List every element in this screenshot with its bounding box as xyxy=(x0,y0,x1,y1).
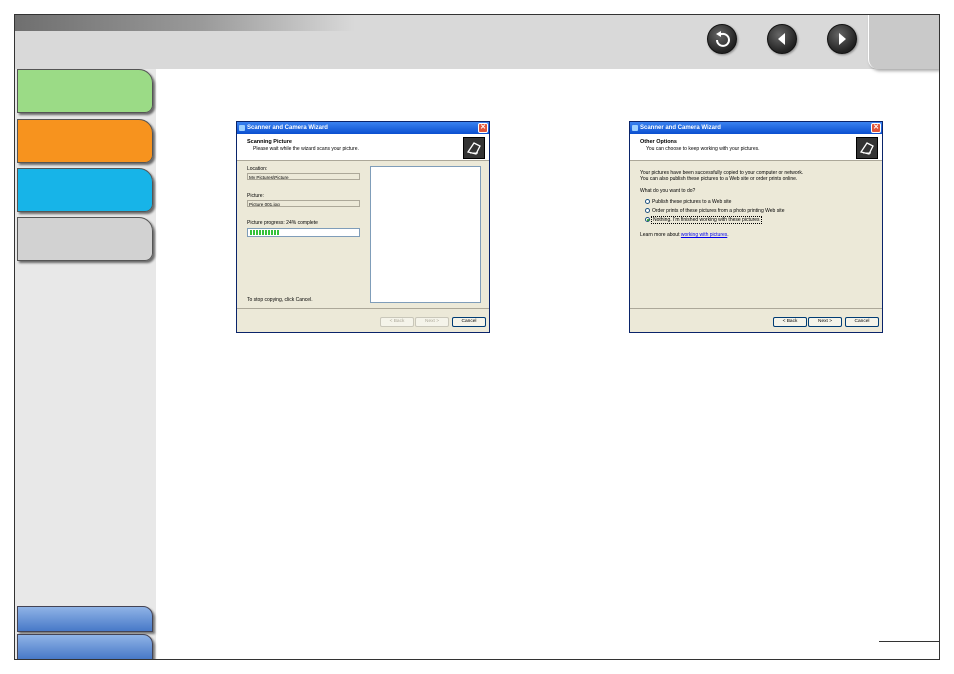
cancel-button[interactable]: Cancel xyxy=(452,317,486,327)
page-number-rule xyxy=(879,641,939,642)
header-subtitle: Please wait while the wizard scans your … xyxy=(253,146,359,152)
location-label: Location: xyxy=(247,166,268,172)
wizard-app-icon xyxy=(632,125,638,131)
preview-pane xyxy=(370,166,481,303)
next-page-button[interactable] xyxy=(827,24,857,54)
dialog-header: Other Options You can choose to keep wor… xyxy=(630,134,882,161)
back-button-disabled[interactable]: < Back xyxy=(380,317,414,327)
close-icon: ✕ xyxy=(873,124,879,131)
sidebar-tab-green[interactable] xyxy=(17,69,153,113)
dialog-title: Scanner and Camera Wizard xyxy=(640,125,721,131)
header-title: Other Options xyxy=(640,139,677,145)
sidebar-tab-gray[interactable] xyxy=(17,217,153,261)
wizard-app-icon xyxy=(239,125,245,131)
dialog-separator xyxy=(237,308,489,309)
scanning-dialog: Scanner and Camera Wizard ✕ Scanning Pic… xyxy=(236,121,490,333)
right-arrow-icon xyxy=(839,33,846,45)
back-button[interactable] xyxy=(707,24,737,54)
dialog-separator xyxy=(630,308,882,309)
sidebar-tab-orange[interactable] xyxy=(17,119,153,163)
publish-radio[interactable] xyxy=(645,199,650,204)
left-arrow-icon xyxy=(778,33,785,45)
back-arrow-icon xyxy=(716,31,730,47)
success-message-line2: You can also publish these pictures to a… xyxy=(640,176,798,182)
sidebar-bottom-tab-2[interactable] xyxy=(17,634,153,659)
location-field: My Pictures\Picture xyxy=(247,173,360,180)
order-prints-radio[interactable] xyxy=(645,208,650,213)
header-subtitle: You can choose to keep working with your… xyxy=(646,146,760,152)
next-button-disabled[interactable]: Next > xyxy=(415,317,449,327)
picture-field: Picture 001.jpg xyxy=(247,200,360,207)
dialog-titlebar: Scanner and Camera Wizard ✕ xyxy=(237,122,489,134)
learn-more-prefix: Learn more about xyxy=(640,232,680,238)
camera-scanner-icon xyxy=(856,137,878,159)
back-button[interactable]: < Back xyxy=(773,317,807,327)
picture-label: Picture: xyxy=(247,193,264,199)
page-frame: Scanner and Camera Wizard ✕ Scanning Pic… xyxy=(14,14,940,660)
dialog-title: Scanner and Camera Wizard xyxy=(247,125,328,131)
page-tab xyxy=(868,15,939,69)
working-with-pictures-link[interactable]: working with pictures xyxy=(681,232,727,238)
order-prints-option-label[interactable]: Order prints of these pictures from a ph… xyxy=(652,208,784,214)
progress-fill xyxy=(250,230,280,235)
other-options-dialog: Scanner and Camera Wizard ✕ Other Option… xyxy=(629,121,883,333)
learn-more-suffix: . xyxy=(727,232,729,238)
dialog-header: Scanning Picture Please wait while the w… xyxy=(237,134,489,161)
progress-bar xyxy=(247,228,360,237)
sidebar-tab-blue[interactable] xyxy=(17,168,153,212)
sidebar-bottom-tab-1[interactable] xyxy=(17,606,153,632)
stop-instruction: To stop copying, click Cancel. xyxy=(247,297,313,303)
sidebar xyxy=(15,69,156,659)
close-icon: ✕ xyxy=(480,124,486,131)
camera-scanner-icon xyxy=(463,137,485,159)
header-stripe xyxy=(15,15,355,31)
progress-label: Picture progress: 24% complete xyxy=(247,220,318,226)
nothing-option-label[interactable]: Nothing. I'm finished working with these… xyxy=(651,216,762,224)
close-button[interactable]: ✕ xyxy=(871,123,881,133)
next-button[interactable]: Next > xyxy=(808,317,842,327)
previous-page-button[interactable] xyxy=(767,24,797,54)
cancel-button[interactable]: Cancel xyxy=(845,317,879,327)
nothing-radio[interactable] xyxy=(645,217,650,222)
close-button[interactable]: ✕ xyxy=(478,123,488,133)
top-toolbar xyxy=(15,15,939,69)
nothing-option-text: Nothing. I'm finished working with these… xyxy=(651,216,762,224)
dialog-titlebar: Scanner and Camera Wizard ✕ xyxy=(630,122,882,134)
learn-more-text: Learn more about working with pictures. xyxy=(640,232,729,238)
publish-option-label[interactable]: Publish these pictures to a Web site xyxy=(652,199,731,205)
question-label: What do you want to do? xyxy=(640,188,696,194)
header-title: Scanning Picture xyxy=(247,139,292,145)
